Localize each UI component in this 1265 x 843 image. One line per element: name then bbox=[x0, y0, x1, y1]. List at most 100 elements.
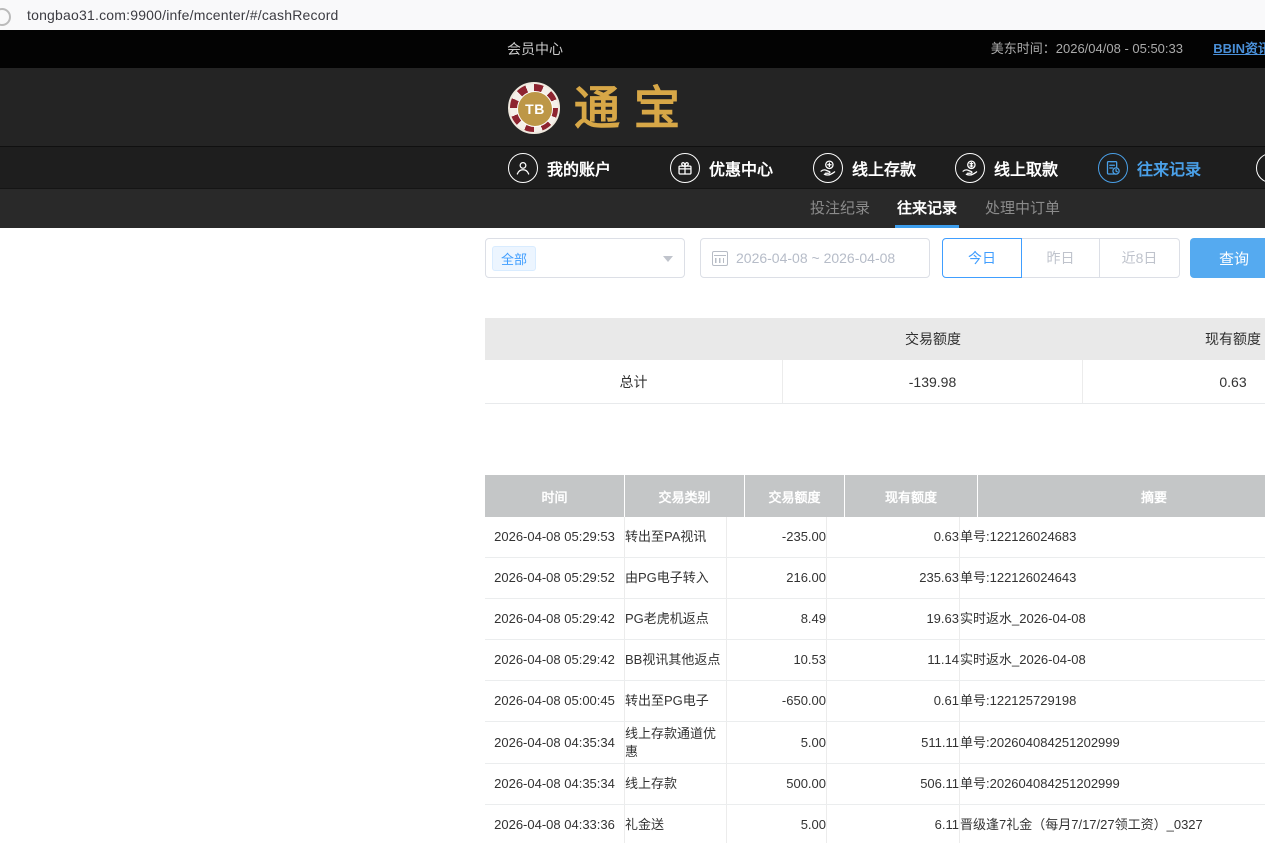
table-row: 2026-04-08 04:35:34线上存款500.00506.11单号:20… bbox=[485, 764, 1265, 805]
nav-item-label: 往来记录 bbox=[1137, 156, 1201, 180]
summary-header-empty bbox=[485, 318, 783, 360]
bbin-news-link[interactable]: BBIN资讯 bbox=[1213, 30, 1265, 68]
row-8-amount: 5.00 bbox=[727, 805, 827, 843]
row-1-type: 转出至PA视讯 bbox=[625, 517, 727, 557]
row-7-time: 2026-04-08 04:35:34 bbox=[485, 764, 625, 804]
quick-range-button-group: 今日昨日近8日 bbox=[942, 238, 1180, 278]
gift-icon bbox=[670, 153, 700, 183]
member-center-link[interactable]: 会员中心 bbox=[507, 30, 563, 68]
row-1-amount: -235.00 bbox=[727, 517, 827, 557]
row-6-type: 线上存款通道优惠 bbox=[625, 722, 727, 763]
date-range-input[interactable]: 2026-04-08 ~ 2026-04-08 bbox=[700, 238, 930, 278]
nav-item-label: 优惠中心 bbox=[709, 156, 773, 180]
browser-page-icon bbox=[0, 8, 11, 26]
summary-total-row: 总计 -139.98 0.63 bbox=[485, 360, 1265, 404]
row-5-amount: -650.00 bbox=[727, 681, 827, 721]
row-2-type: 由PG电子转入 bbox=[625, 558, 727, 598]
table-row: 2026-04-08 05:29:53转出至PA视讯-235.000.63单号:… bbox=[485, 517, 1265, 558]
user-icon bbox=[508, 153, 538, 183]
row-8-balance: 6.11 bbox=[827, 805, 960, 843]
table-row: 2026-04-08 05:29:42BB视讯其他返点10.5311.14实时返… bbox=[485, 640, 1265, 681]
records-header-3: 交易额度 bbox=[745, 475, 845, 517]
row-7-note: 单号:202604084251202999 bbox=[960, 764, 1265, 804]
top-bar: 会员中心 美东时间：2026/04/08 - 05:50:33 BBIN资讯 bbox=[0, 30, 1265, 68]
url-text: tongbao31.com:9900/infe/mcenter/#/cashRe… bbox=[27, 7, 339, 23]
table-row: 2026-04-08 04:35:34线上存款通道优惠5.00511.11单号:… bbox=[485, 722, 1265, 764]
eastern-time-label: 美东时间： bbox=[991, 41, 1056, 56]
table-row: 2026-04-08 05:29:42PG老虎机返点8.4919.63实时返水_… bbox=[485, 599, 1265, 640]
record-icon bbox=[1098, 153, 1128, 183]
row-6-time: 2026-04-08 04:35:34 bbox=[485, 722, 625, 763]
filter-row: 全部 2026-04-08 ~ 2026-04-08 今日昨日近8日 查询 bbox=[485, 238, 1265, 278]
row-7-balance: 506.11 bbox=[827, 764, 960, 804]
row-1-balance: 0.63 bbox=[827, 517, 960, 557]
row-4-amount: 10.53 bbox=[727, 640, 827, 680]
eastern-time-value: 2026/04/08 - 05:50:33 bbox=[1056, 41, 1183, 56]
row-4-balance: 11.14 bbox=[827, 640, 960, 680]
records-header-2: 交易类别 bbox=[625, 475, 745, 517]
quick-range-button-3[interactable]: 近8日 bbox=[1100, 238, 1180, 278]
deposit-icon bbox=[813, 153, 843, 183]
poker-chip-monogram: TB bbox=[517, 91, 553, 127]
row-4-type: BB视讯其他返点 bbox=[625, 640, 727, 680]
row-2-balance: 235.63 bbox=[827, 558, 960, 598]
row-4-note: 实时返水_2026-04-08 bbox=[960, 640, 1265, 680]
summary-table: 交易额度 现有额度 总计 -139.98 0.63 bbox=[485, 318, 1265, 404]
row-7-amount: 500.00 bbox=[727, 764, 827, 804]
row-2-time: 2026-04-08 05:29:52 bbox=[485, 558, 625, 598]
nav-item-3[interactable]: 线上存款 bbox=[813, 147, 916, 189]
records-header-5: 摘要 bbox=[978, 475, 1265, 517]
table-row: 2026-04-08 04:33:36礼金送5.006.11晋级逢7礼金（每月7… bbox=[485, 805, 1265, 843]
row-1-time: 2026-04-08 05:29:53 bbox=[485, 517, 625, 557]
row-3-balance: 19.63 bbox=[827, 599, 960, 639]
nav-item-4[interactable]: 线上取款 bbox=[955, 147, 1058, 189]
summary-header-row: 交易额度 现有额度 bbox=[485, 318, 1265, 360]
row-2-note: 单号:122126024643 bbox=[960, 558, 1265, 598]
summary-header-balance: 现有额度 bbox=[1083, 318, 1265, 360]
quick-range-button-1[interactable]: 今日 bbox=[942, 238, 1022, 278]
subnav-item-2[interactable]: 往来记录 bbox=[897, 189, 957, 228]
type-select-tag[interactable]: 全部 bbox=[492, 246, 536, 271]
summary-total-balance: 0.63 bbox=[1083, 360, 1265, 403]
row-3-note: 实时返水_2026-04-08 bbox=[960, 599, 1265, 639]
row-5-balance: 0.61 bbox=[827, 681, 960, 721]
row-6-balance: 511.11 bbox=[827, 722, 960, 763]
brand-bar: TB 通宝 bbox=[0, 68, 1265, 146]
browser-url-bar[interactable]: tongbao31.com:9900/infe/mcenter/#/cashRe… bbox=[0, 0, 1265, 31]
row-5-type: 转出至PG电子 bbox=[625, 681, 727, 721]
nav-item-2[interactable]: 优惠中心 bbox=[670, 147, 773, 189]
row-6-amount: 5.00 bbox=[727, 722, 827, 763]
records-header-1: 时间 bbox=[485, 475, 625, 517]
records-table: 时间交易类别交易额度现有额度摘要2026-04-08 05:29:53转出至PA… bbox=[485, 475, 1265, 843]
summary-header-amount: 交易额度 bbox=[783, 318, 1083, 360]
row-3-time: 2026-04-08 05:29:42 bbox=[485, 599, 625, 639]
row-3-amount: 8.49 bbox=[727, 599, 827, 639]
calendar-icon bbox=[712, 251, 728, 266]
quick-range-button-2[interactable]: 昨日 bbox=[1022, 238, 1100, 278]
row-8-type: 礼金送 bbox=[625, 805, 727, 843]
row-4-time: 2026-04-08 05:29:42 bbox=[485, 640, 625, 680]
date-range-value: 2026-04-08 ~ 2026-04-08 bbox=[736, 250, 895, 266]
row-5-note: 单号:122125729198 bbox=[960, 681, 1265, 721]
nav-item-label: 线上存款 bbox=[852, 156, 916, 180]
nav-item-5[interactable]: 往来记录 bbox=[1098, 147, 1201, 189]
search-button[interactable]: 查询 bbox=[1190, 238, 1265, 278]
records-header-4: 现有额度 bbox=[845, 475, 978, 517]
content-area: 全部 2026-04-08 ~ 2026-04-08 今日昨日近8日 查询 交易… bbox=[485, 228, 1265, 843]
sub-nav: 投注纪录往来记录处理中订单 bbox=[0, 188, 1265, 228]
nav-item-1[interactable]: 我的账户 bbox=[508, 147, 611, 189]
row-8-note: 晋级逢7礼金（每月7/17/27领工资）_0327 bbox=[960, 805, 1265, 843]
table-row: 2026-04-08 05:29:52由PG电子转入216.00235.63单号… bbox=[485, 558, 1265, 599]
logo[interactable]: TB 通宝 bbox=[508, 82, 694, 134]
records-header-row: 时间交易类别交易额度现有额度摘要 bbox=[485, 475, 1265, 517]
row-7-type: 线上存款 bbox=[625, 764, 727, 804]
subnav-item-3[interactable]: 处理中订单 bbox=[985, 189, 1060, 228]
row-3-type: PG老虎机返点 bbox=[625, 599, 727, 639]
type-select[interactable]: 全部 bbox=[485, 238, 685, 278]
nav-item-label: 线上取款 bbox=[994, 156, 1058, 180]
table-row: 2026-04-08 05:00:45转出至PG电子-650.000.61单号:… bbox=[485, 681, 1265, 722]
eastern-time: 美东时间：2026/04/08 - 05:50:33 bbox=[991, 30, 1183, 68]
subnav-item-1[interactable]: 投注纪录 bbox=[810, 189, 870, 228]
chevron-down-icon bbox=[663, 256, 673, 262]
row-6-note: 单号:202604084251202999 bbox=[960, 722, 1265, 763]
